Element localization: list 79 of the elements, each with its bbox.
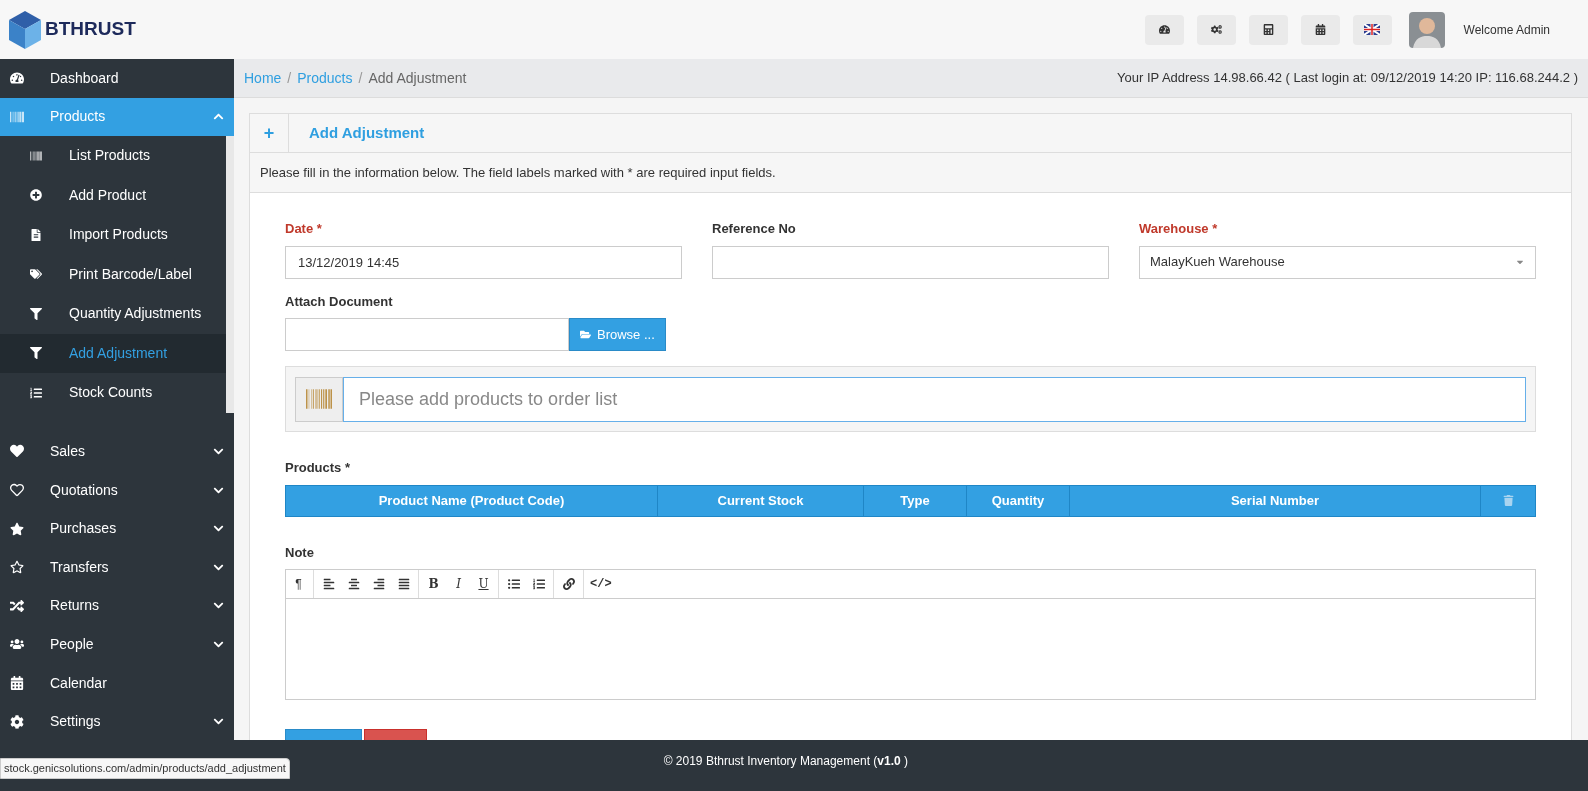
submenu-item[interactable]: List Products bbox=[0, 136, 226, 176]
submenu-item[interactable]: Quantity Adjustments bbox=[0, 294, 226, 334]
welcome-text: Welcome Admin bbox=[1463, 21, 1550, 39]
field-label: Warehouse * bbox=[1139, 220, 1219, 238]
list-ul-icon bbox=[507, 578, 520, 590]
folder-icon bbox=[580, 329, 591, 340]
calendar-icon bbox=[10, 676, 24, 691]
scrollbar[interactable] bbox=[226, 136, 234, 414]
shuffle-icon bbox=[10, 598, 24, 613]
note-editor[interactable]: ¶ B I U </> bbox=[285, 569, 1536, 700]
field-label: Note bbox=[285, 543, 315, 562]
submenu-item[interactable]: Import Products bbox=[0, 215, 226, 255]
file-field[interactable] bbox=[285, 318, 569, 351]
footer-text: © 2019 Bthrust Inventory Management (v1.0 ) bbox=[663, 753, 908, 770]
settings-button[interactable] bbox=[1196, 14, 1236, 45]
warehouse-select[interactable]: MalayKueh Warehouse bbox=[1139, 245, 1536, 279]
dashboard-icon bbox=[1158, 24, 1170, 35]
underline-button[interactable]: U bbox=[471, 574, 496, 594]
bold-button[interactable]: B bbox=[421, 574, 446, 594]
field-label: Products * bbox=[285, 459, 351, 477]
gears-icon bbox=[1210, 24, 1222, 35]
filter-icon bbox=[30, 347, 42, 360]
trash-icon bbox=[1502, 495, 1514, 506]
flag-icon bbox=[1364, 24, 1380, 35]
field-label: Attach Document bbox=[285, 292, 394, 311]
logo-icon bbox=[8, 9, 42, 50]
link-icon bbox=[562, 578, 575, 590]
text-field[interactable] bbox=[712, 245, 1109, 279]
paragraph-button[interactable]: ¶ bbox=[286, 574, 311, 594]
submenu-item[interactable]: Stock Counts bbox=[0, 373, 226, 413]
panel-title: Add Adjustment bbox=[309, 122, 425, 143]
dashboard-icon bbox=[10, 71, 24, 86]
calculator-button[interactable] bbox=[1248, 14, 1288, 45]
field-label: Reference No bbox=[712, 220, 797, 238]
italic-button[interactable]: I bbox=[446, 574, 471, 594]
ip-info: Your IP Address 14.98.66.42 ( Last login at: 09/12/2019 14:20 IP: 116.68.244.2 ) bbox=[1117, 69, 1578, 88]
heart-icon bbox=[10, 444, 24, 459]
breadcrumb-current: Add Adjustment bbox=[368, 68, 467, 88]
calculator-icon bbox=[1262, 24, 1274, 35]
text-field[interactable]: 13/12/2019 14:45 bbox=[285, 245, 682, 279]
barcode-icon bbox=[10, 109, 24, 124]
list-ol-icon bbox=[532, 578, 545, 590]
product-search-field[interactable]: Please add products to order list bbox=[343, 376, 1526, 422]
submenu-item[interactable]: Add Product bbox=[0, 175, 226, 216]
dashboard-button[interactable] bbox=[1144, 14, 1184, 45]
barcode-icon bbox=[306, 386, 332, 412]
align-center-icon bbox=[347, 578, 360, 590]
column-header: Current Stock bbox=[658, 485, 864, 516]
users-icon bbox=[10, 637, 24, 652]
language-button[interactable] bbox=[1352, 14, 1392, 45]
calendar-icon bbox=[1314, 24, 1326, 35]
panel-description: Please fill in the information below. The field labels marked with * are required input fields. bbox=[250, 153, 1571, 193]
tags-icon bbox=[30, 268, 42, 281]
column-header: Product Name (Product Code) bbox=[286, 485, 658, 516]
settings-icon bbox=[10, 714, 24, 729]
column-header: Serial Number bbox=[1070, 485, 1481, 516]
status-url: stock.genicsolutions.com/admin/products/add_adjustment bbox=[0, 758, 290, 779]
submenu-item[interactable]: Print Barcode/Label bbox=[0, 254, 226, 295]
column-header: Quantity bbox=[967, 485, 1070, 516]
field-label: Date * bbox=[285, 220, 323, 238]
align-right-icon bbox=[372, 578, 385, 590]
filter-icon bbox=[30, 307, 42, 320]
avatar bbox=[1408, 11, 1445, 48]
align-justify-icon bbox=[397, 578, 410, 590]
chevron-down-icon bbox=[213, 446, 224, 457]
calendar-button[interactable] bbox=[1300, 14, 1340, 45]
breadcrumb-separator: / bbox=[287, 68, 292, 88]
list-icon bbox=[30, 386, 42, 399]
submenu-item[interactable]: Add Adjustment bbox=[0, 333, 226, 374]
star-icon bbox=[10, 521, 24, 536]
file-icon bbox=[30, 228, 42, 241]
logo-text: BTHRUST bbox=[45, 17, 136, 42]
barcode-icon bbox=[30, 149, 42, 162]
star-outline-icon bbox=[10, 560, 24, 575]
heart-outline-icon bbox=[10, 483, 24, 498]
align-left-icon bbox=[322, 578, 335, 590]
breadcrumb-separator: / bbox=[358, 68, 363, 88]
code-button[interactable]: </> bbox=[586, 574, 616, 594]
column-header: Type bbox=[864, 485, 967, 516]
